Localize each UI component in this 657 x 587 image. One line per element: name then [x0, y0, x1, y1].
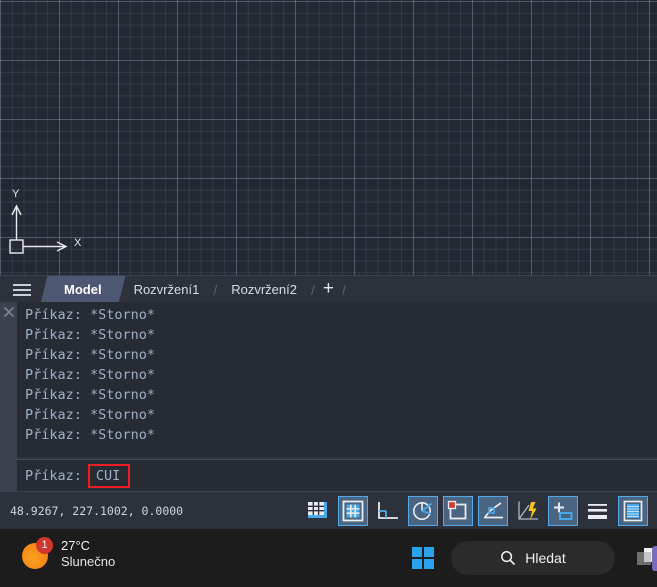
- transparency-toggle[interactable]: [618, 496, 648, 526]
- lineweight-toggle[interactable]: [583, 496, 613, 526]
- windows-logo-pane: [411, 559, 422, 570]
- command-history-line: Příkaz: *Storno*: [25, 307, 156, 323]
- tab-separator: /: [341, 281, 346, 298]
- command-window: Příkaz: *Storno* Příkaz: *Storno* Příkaz…: [0, 302, 657, 492]
- hamburger-icon[interactable]: [0, 276, 44, 303]
- command-history-line: Příkaz: *Storno*: [25, 387, 156, 403]
- command-input-row[interactable]: Příkaz: CUI: [17, 459, 657, 492]
- object-snap-toggle[interactable]: [443, 496, 473, 526]
- dynamic-input-toggle[interactable]: [548, 496, 578, 526]
- hamburger-line: [13, 288, 31, 291]
- close-icon[interactable]: [2, 305, 16, 319]
- edge-icon[interactable]: [652, 546, 657, 571]
- layout-tab-bar: Model Rozvržení1 / Rozvržení2 / + /: [0, 275, 657, 303]
- tab-separator: /: [213, 281, 218, 298]
- osnap-square-icon: [447, 500, 467, 520]
- command-gutter: [0, 302, 17, 491]
- search-icon: [501, 551, 516, 566]
- command-history-line: Příkaz: *Storno*: [25, 407, 156, 423]
- weather-condition: Slunečno: [61, 554, 116, 569]
- ucs-x-label: X: [74, 237, 82, 249]
- windows-logo-pane: [424, 546, 435, 557]
- grid-icon: [308, 502, 327, 518]
- command-prompt-label: Příkaz:: [25, 468, 82, 484]
- object-snap-tracking-toggle[interactable]: [478, 496, 508, 526]
- transparency-icon: [623, 500, 643, 522]
- ortho-mode-toggle[interactable]: [373, 496, 403, 526]
- tab-separator: /: [310, 281, 315, 298]
- command-history-line: Příkaz: *Storno*: [25, 327, 156, 343]
- windows-logo-pane: [424, 559, 435, 570]
- drawing-canvas[interactable]: Y X: [0, 0, 657, 275]
- command-history-line: Příkaz: *Storno*: [25, 427, 156, 443]
- snap-grid-icon: [342, 500, 364, 522]
- lineweight-icon: [588, 504, 607, 519]
- polar-tracking-toggle[interactable]: [408, 496, 438, 526]
- tab-model-label: Model: [64, 282, 102, 297]
- dynamic-input-icon: [554, 502, 573, 520]
- notification-badge: 1: [36, 536, 53, 554]
- windows-logo-icon: [411, 546, 435, 570]
- ucs-y-label: Y: [12, 188, 20, 200]
- tab-rozvrzeni1[interactable]: Rozvržení1: [122, 276, 212, 303]
- search-button[interactable]: Hledat: [451, 541, 615, 575]
- weather-text: 27°C Slunečno: [61, 538, 115, 569]
- command-input[interactable]: CUI: [96, 468, 120, 484]
- coordinate-readout[interactable]: 48.9267, 227.1002, 0.0000: [0, 504, 183, 518]
- add-layout-button[interactable]: +: [317, 275, 340, 305]
- hamburger-line: [13, 283, 31, 286]
- tab-rozvrzeni2-label: Rozvržení2: [231, 282, 297, 297]
- display-grid-toggle[interactable]: [303, 496, 333, 526]
- tab-rozvrzeni1-label: Rozvržení1: [133, 282, 200, 297]
- command-history-line: Příkaz: *Storno*: [25, 367, 156, 383]
- status-toggle-group: [303, 492, 648, 530]
- taskbar-center-group: Hledat: [405, 529, 657, 587]
- command-history-line: Příkaz: *Storno*: [25, 347, 156, 363]
- start-button[interactable]: [405, 540, 441, 576]
- dynamic-ucs-icon: [518, 501, 538, 520]
- polar-angle-icon: [413, 502, 433, 520]
- search-label: Hledat: [525, 550, 566, 566]
- sun-icon: 1: [22, 536, 53, 569]
- hamburger-line: [13, 293, 31, 296]
- command-history[interactable]: Příkaz: *Storno* Příkaz: *Storno* Příkaz…: [17, 302, 657, 457]
- autocad-window: Y X Model Rozvržení1 / Rozvržení2 / + /: [0, 0, 657, 587]
- command-input-highlight: CUI: [87, 464, 131, 488]
- ucs-icon: Y X: [4, 188, 94, 273]
- weather-widget[interactable]: 1 27°C Slunečno: [22, 536, 115, 569]
- windows-taskbar: 1 27°C Slunečno Hledat: [0, 529, 657, 587]
- status-bar: 48.9267, 227.1002, 0.0000: [0, 491, 657, 530]
- osnap-track-icon: [483, 502, 503, 519]
- weather-temperature: 27°C: [61, 538, 91, 553]
- ortho-corner-icon: [378, 502, 398, 519]
- snap-mode-toggle[interactable]: [338, 496, 368, 526]
- windows-logo-pane: [411, 546, 422, 557]
- tab-rozvrzeni2[interactable]: Rozvržení2: [219, 276, 309, 303]
- dynamic-ucs-toggle[interactable]: [513, 496, 543, 526]
- tab-model[interactable]: Model: [40, 276, 125, 303]
